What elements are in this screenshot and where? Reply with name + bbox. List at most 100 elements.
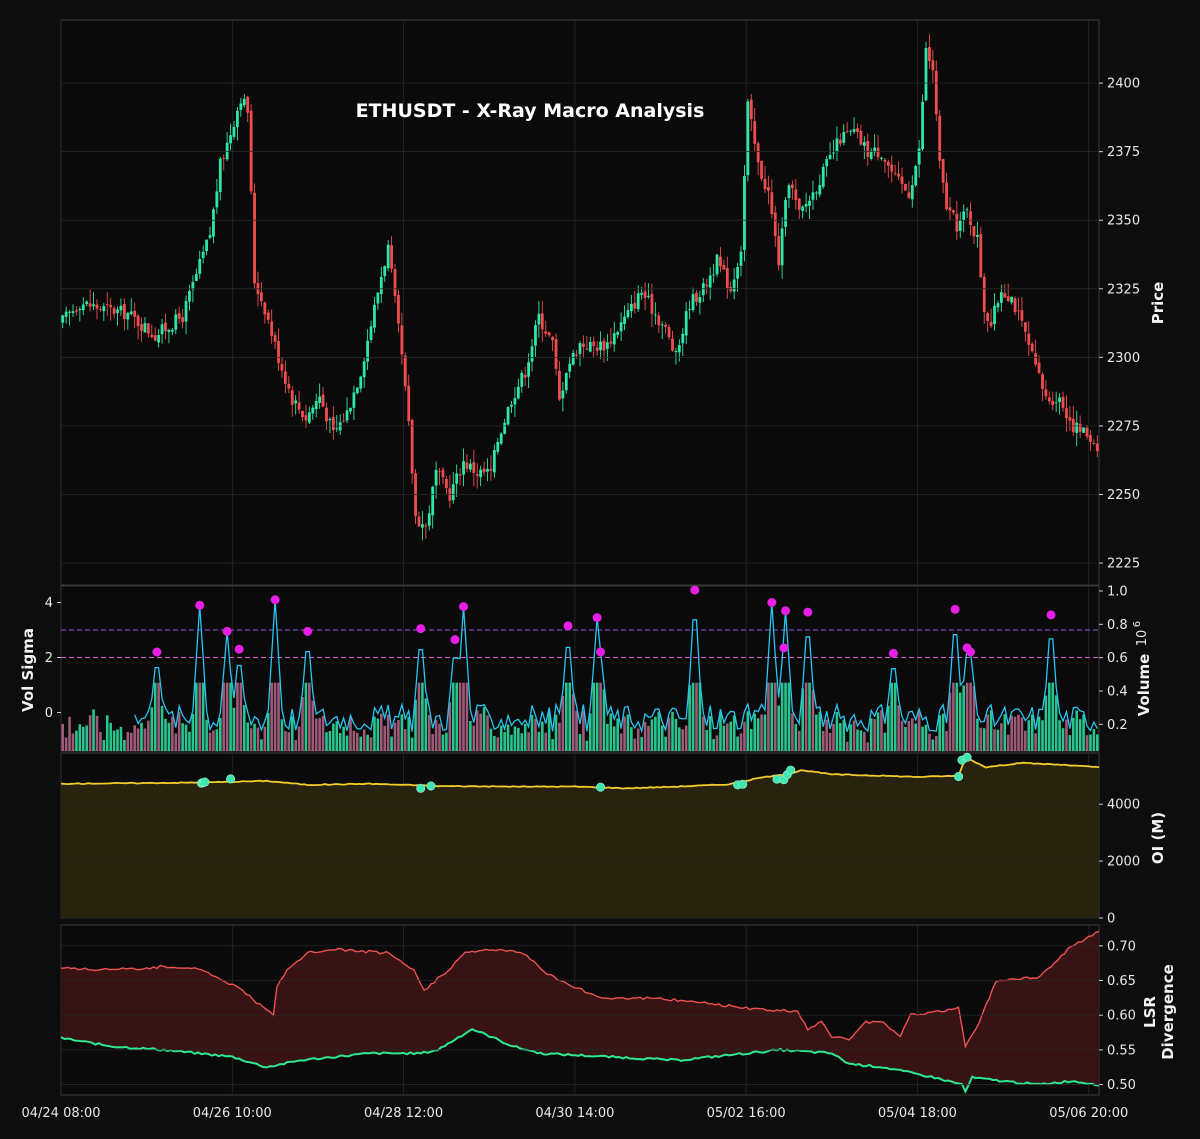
candle-body <box>866 141 870 157</box>
volume-spike-marker <box>152 647 162 657</box>
y-tick-label: 0.60 <box>1107 1009 1136 1024</box>
volume-bar <box>421 682 424 751</box>
y-tick-label: 2375 <box>1107 145 1140 160</box>
volume-bar <box>907 720 911 751</box>
volume-bar <box>458 682 462 751</box>
candle-body <box>157 335 161 343</box>
candle-body <box>698 297 702 303</box>
volume-bar <box>784 682 787 751</box>
volume-bar <box>393 722 397 751</box>
candle-body <box>1089 435 1092 442</box>
volume-bar <box>986 714 989 751</box>
volume-bar <box>215 729 219 751</box>
volume-bar <box>575 710 578 751</box>
oi-event-marker <box>226 774 236 784</box>
candle-body <box>999 292 1003 303</box>
volume-sigma-panel: 024 0.20.40.60.81.0 Vol Sigma Volume 10 … <box>19 585 1153 752</box>
volume-bar <box>650 719 654 751</box>
oi-event-marker <box>416 783 426 793</box>
candle-body <box>928 47 931 61</box>
volume-bar <box>85 725 88 751</box>
candle-body <box>825 159 829 167</box>
volume-bar <box>239 682 243 751</box>
volume-spike-marker <box>803 607 813 617</box>
volume-bar <box>1013 716 1017 751</box>
volume-multiplier-exponent: 6 <box>1132 621 1143 627</box>
volume-bar <box>119 726 123 751</box>
volume-spike-marker <box>563 621 573 631</box>
volume-bar <box>517 727 520 751</box>
volume-bar <box>503 732 506 751</box>
candle-body <box>626 310 630 318</box>
volume-bar <box>910 718 914 751</box>
volume-bar <box>582 710 585 751</box>
candle-body <box>181 317 185 323</box>
volume-multiplier: 10 <box>1135 630 1150 647</box>
volume-bar <box>390 736 393 751</box>
volume-bar <box>719 712 722 751</box>
volume-bar <box>777 705 780 751</box>
volume-bar <box>71 733 75 751</box>
volume-spike-marker <box>779 643 789 653</box>
oi-axis-label: OI (M) <box>1149 812 1167 864</box>
candle-body <box>417 516 421 527</box>
volume-bar <box>962 685 965 751</box>
volume-bar <box>1048 682 1051 751</box>
candle-body <box>301 410 304 418</box>
volume-bar <box>931 739 935 751</box>
candle-body <box>595 347 599 351</box>
candle-body <box>547 332 551 336</box>
volume-bar <box>1075 710 1079 751</box>
candle-body <box>801 206 805 212</box>
candle-body <box>784 199 787 227</box>
volume-bar <box>924 724 928 751</box>
candle-body <box>969 211 972 226</box>
candle-body <box>958 220 962 231</box>
volume-bar <box>684 725 688 751</box>
candle-body <box>520 372 524 387</box>
volume-bar <box>941 713 945 751</box>
candle-body <box>564 373 568 391</box>
volume-bar <box>434 720 438 751</box>
candle-body <box>619 322 623 332</box>
candle-body <box>212 209 215 237</box>
volume-bar <box>475 710 479 751</box>
volume-bar <box>832 723 835 751</box>
volume-bar <box>921 726 924 751</box>
candle-body <box>1013 298 1017 313</box>
volume-bar <box>671 711 674 751</box>
volume-bar <box>205 719 208 751</box>
volume-bar <box>328 730 332 751</box>
candle-body <box>938 115 942 161</box>
candle-body <box>856 128 859 132</box>
candle-body <box>623 316 626 324</box>
volume-bar <box>657 712 661 751</box>
candle-body <box>88 303 92 307</box>
volume-bar <box>308 682 311 751</box>
volume-bar <box>342 726 345 751</box>
volume-bar <box>647 725 650 751</box>
candle-body <box>712 274 716 276</box>
volume-bar <box>845 741 849 751</box>
volume-bar <box>338 733 342 751</box>
volume-bar <box>61 723 65 751</box>
candle-body <box>260 292 263 302</box>
volume-bar <box>914 723 918 751</box>
volume-bar <box>304 682 308 751</box>
volume-bar <box>887 705 890 751</box>
volume-spike-marker <box>888 648 898 658</box>
candle-body <box>582 343 585 347</box>
volume-bar <box>438 723 441 751</box>
volume-bar <box>99 731 102 751</box>
candle-body <box>379 276 383 295</box>
volume-spike-marker <box>270 595 280 605</box>
candle-body <box>462 461 465 475</box>
volume-bar <box>842 719 846 751</box>
candle-body <box>530 346 534 362</box>
candle-body <box>907 192 911 198</box>
candle-body <box>869 151 873 159</box>
candle-body <box>612 333 616 345</box>
y-tick-label: 0.65 <box>1107 974 1136 989</box>
volume-bar <box>222 682 226 751</box>
candle-body <box>355 387 359 394</box>
